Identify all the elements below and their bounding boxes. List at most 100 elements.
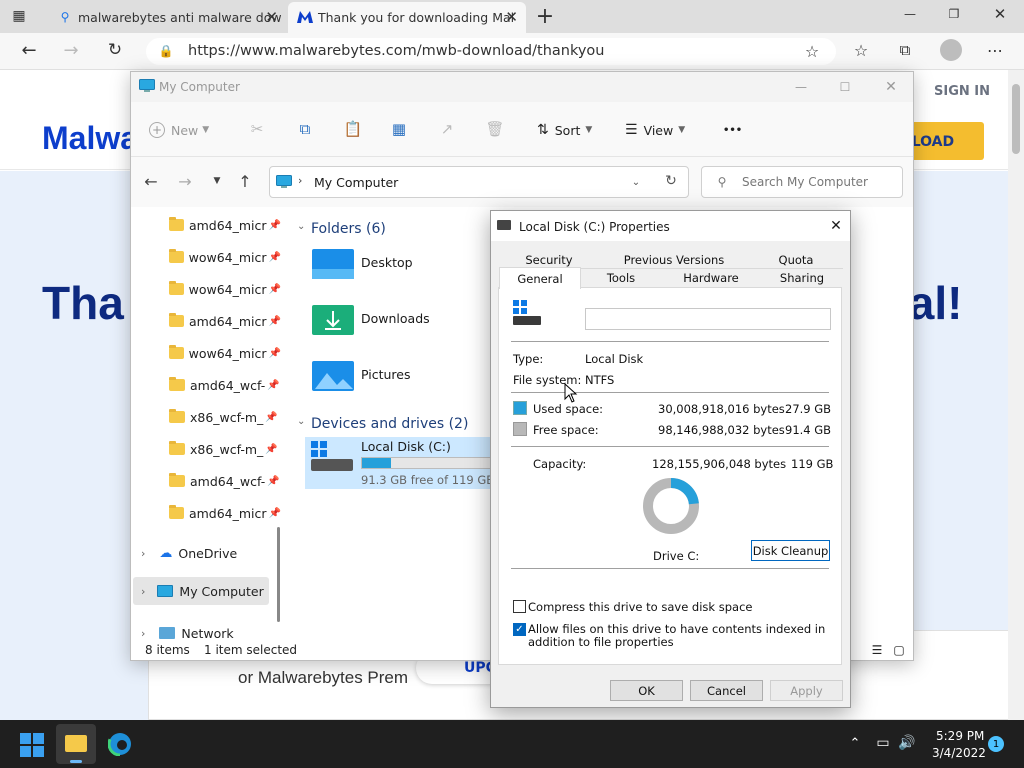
- drive-free-text: 91.3 GB free of 119 GB: [361, 473, 495, 487]
- close-tab-icon[interactable]: ✕: [265, 8, 278, 26]
- nav-folder-item[interactable]: amd64_micr 📌: [131, 305, 281, 337]
- more-options-button[interactable]: •••: [723, 116, 742, 144]
- new-button[interactable]: + New ▼: [149, 116, 209, 144]
- tab-tools[interactable]: Tools: [581, 269, 661, 287]
- restore-icon[interactable]: ❐: [944, 4, 964, 24]
- up-icon[interactable]: ↑: [235, 171, 255, 191]
- collapse-chevron-icon[interactable]: ⌄: [297, 221, 305, 232]
- new-tab-icon[interactable]: +: [534, 4, 556, 29]
- address-dropdown-icon[interactable]: ⌄: [628, 173, 644, 191]
- view-button[interactable]: ☰ View ▼: [625, 116, 685, 144]
- sign-in-link[interactable]: SIGN IN: [934, 84, 990, 99]
- devices-header[interactable]: Devices and drives (2): [311, 416, 468, 432]
- nav-item-my-computer[interactable]: › My Computer: [133, 577, 269, 605]
- nav-item-onedrive[interactable]: › ☁ OneDrive: [131, 537, 281, 569]
- recent-locations-icon[interactable]: ▼: [207, 171, 227, 191]
- compress-checkbox[interactable]: [513, 600, 526, 613]
- page-scrollbar[interactable]: [1008, 70, 1024, 720]
- nav-folder-item[interactable]: x86_wcf-m_ 📌: [131, 433, 281, 465]
- tab-general[interactable]: General: [499, 267, 581, 289]
- minimize-icon[interactable]: —: [791, 78, 811, 96]
- cancel-button[interactable]: Cancel: [690, 680, 763, 701]
- favorites-icon[interactable]: ☆: [850, 39, 872, 61]
- sort-button[interactable]: ⇅ Sort ▼: [537, 116, 592, 144]
- navpane-scrollbar[interactable]: [277, 527, 280, 622]
- folder-desktop[interactable]: Desktop: [309, 247, 459, 287]
- nav-folder-item[interactable]: amd64_micr 📌: [131, 209, 281, 241]
- tab-previous-versions[interactable]: Previous Versions: [599, 251, 749, 269]
- taskbar-file-explorer[interactable]: [56, 724, 96, 764]
- explorer-search-box[interactable]: ⚲ Search My Computer: [701, 166, 903, 198]
- add-favorite-icon[interactable]: ☆: [802, 41, 822, 61]
- expand-chevron-icon[interactable]: ›: [141, 627, 145, 640]
- nav-item-network[interactable]: › Network: [131, 617, 281, 642]
- show-hidden-icons-icon[interactable]: ⌃: [846, 734, 864, 752]
- drive-item-c[interactable]: Local Disk (C:) 91.3 GB free of 119 GB: [305, 437, 495, 489]
- tab-actions-icon[interactable]: ▦: [10, 7, 28, 25]
- disk-cleanup-button[interactable]: Disk Cleanup: [751, 540, 830, 561]
- minimize-icon[interactable]: —: [900, 4, 920, 24]
- url-text[interactable]: https://www.malwarebytes.com/mwb-downloa…: [188, 43, 604, 59]
- drive-name-field[interactable]: [585, 308, 831, 330]
- clock-time[interactable]: 5:29 PM: [936, 729, 984, 743]
- folder-downloads[interactable]: Downloads: [309, 303, 459, 343]
- pin-icon: 📌: [268, 219, 281, 231]
- forward-icon[interactable]: →: [60, 39, 82, 61]
- browser-tab-search[interactable]: ⚲ malwarebytes anti malware dow ✕: [48, 2, 286, 33]
- address-bar[interactable]: 🔒 https://www.malwarebytes.com/mwb-downl…: [146, 38, 836, 65]
- details-view-icon[interactable]: ☰: [869, 642, 885, 658]
- folder-icon: [169, 249, 184, 263]
- collapse-chevron-icon[interactable]: ⌄: [297, 416, 305, 427]
- tab-hardware[interactable]: Hardware: [661, 269, 761, 287]
- refresh-icon[interactable]: ↻: [662, 172, 680, 190]
- rename-icon[interactable]: ▦: [389, 118, 409, 140]
- tab-quota[interactable]: Quota: [749, 251, 843, 269]
- clock-date[interactable]: 3/4/2022: [932, 746, 986, 760]
- network-status-icon[interactable]: ▭: [874, 734, 892, 752]
- forward-icon[interactable]: →: [175, 171, 195, 191]
- address-text[interactable]: My Computer: [314, 175, 398, 190]
- nav-folder-item[interactable]: wow64_micr 📌: [131, 241, 281, 273]
- tab-sharing[interactable]: Sharing: [761, 269, 843, 287]
- start-windows-icon[interactable]: [20, 733, 44, 757]
- expand-chevron-icon[interactable]: ›: [141, 585, 145, 598]
- nav-folder-item[interactable]: wow64_micr 📌: [131, 337, 281, 369]
- back-icon[interactable]: ←: [18, 39, 40, 61]
- expand-chevron-icon[interactable]: ›: [141, 547, 145, 560]
- close-window-icon[interactable]: ✕: [881, 78, 901, 96]
- copy-icon[interactable]: ⧉: [295, 118, 315, 140]
- back-icon[interactable]: ←: [141, 171, 161, 191]
- nav-folder-item[interactable]: wow64_micr 📌: [131, 273, 281, 305]
- taskbar-edge-icon[interactable]: [107, 731, 133, 757]
- folder-pictures[interactable]: Pictures: [309, 359, 459, 399]
- site-logo[interactable]: Malwa: [42, 120, 138, 157]
- ok-button[interactable]: OK: [610, 680, 683, 701]
- notification-badge[interactable]: 1: [988, 736, 1004, 752]
- close-dialog-icon[interactable]: ✕: [827, 217, 845, 235]
- divider: [511, 392, 829, 393]
- tiles-view-icon[interactable]: ▢: [891, 642, 907, 658]
- scrollbar-thumb[interactable]: [1012, 84, 1020, 154]
- general-tab-panel: Type: Local Disk File system: NTFS Used …: [498, 287, 842, 665]
- settings-more-icon[interactable]: ⋯: [984, 39, 1006, 61]
- share-icon[interactable]: ↗: [437, 118, 457, 140]
- cut-icon[interactable]: ✂: [247, 118, 267, 140]
- refresh-icon[interactable]: ↻: [104, 39, 126, 61]
- explorer-address-bar[interactable]: › My Computer ⌄ ↻: [269, 166, 689, 198]
- nav-folder-item[interactable]: amd64_wcf- 📌: [131, 465, 281, 497]
- delete-icon[interactable]: 🗑: [485, 118, 505, 140]
- apply-button[interactable]: Apply: [770, 680, 843, 701]
- close-window-icon[interactable]: ✕: [990, 4, 1010, 24]
- close-tab-icon[interactable]: ✕: [505, 8, 518, 26]
- collections-icon[interactable]: ⧉: [894, 39, 916, 61]
- volume-icon[interactable]: 🔊: [898, 734, 916, 752]
- nav-folder-item[interactable]: amd64_wcf- 📌: [131, 369, 281, 401]
- folders-header[interactable]: Folders (6): [311, 221, 386, 237]
- paste-icon[interactable]: 📋: [343, 118, 363, 140]
- nav-folder-item[interactable]: amd64_micr 📌: [131, 497, 281, 529]
- profile-avatar[interactable]: [940, 39, 962, 61]
- index-checkbox[interactable]: ✓: [513, 623, 526, 636]
- maximize-icon[interactable]: ☐: [835, 78, 855, 96]
- nav-folder-item[interactable]: x86_wcf-m_ 📌: [131, 401, 281, 433]
- browser-tab-active[interactable]: Thank you for downloading Mal ✕: [288, 2, 526, 33]
